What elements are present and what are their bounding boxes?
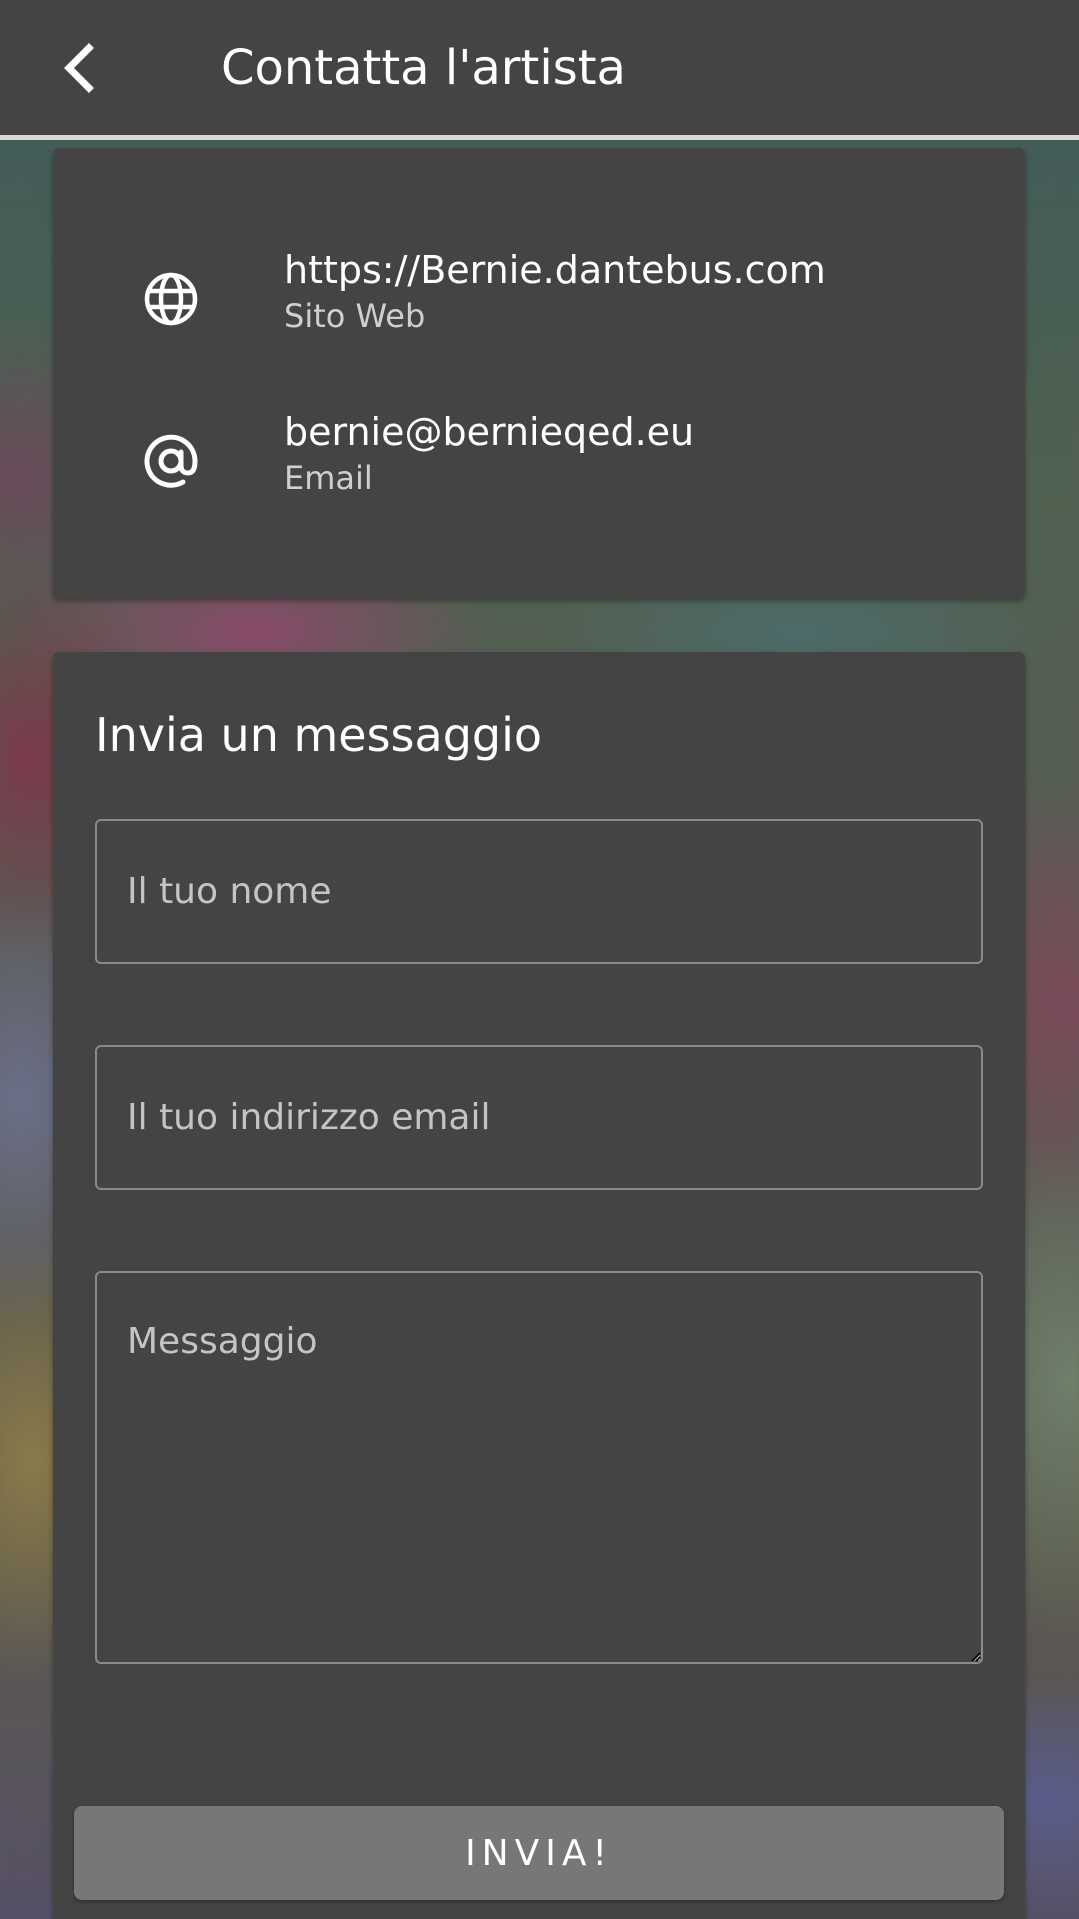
email-address[interactable]: bernie@bernieqed.eu [284,406,694,458]
app-bar: Contatta l'artista [0,0,1079,140]
back-button[interactable] [44,30,114,105]
contact-info-card: https://Bernie.dantebus.com Sito Web ber… [53,148,1025,598]
email-label: Email [284,459,373,497]
resize-grip-icon[interactable] [971,1652,981,1662]
globe-icon [138,266,204,332]
message-form-card: Invia un messaggio INVIA! [53,652,1025,1919]
submit-button[interactable]: INVIA! [74,1806,1004,1900]
chevron-left-icon [64,42,94,93]
form-title: Invia un messaggio [95,708,543,762]
website-row[interactable]: https://Bernie.dantebus.com Sito Web [53,244,1025,354]
page-title: Contatta l'artista [221,40,626,96]
email-input[interactable] [95,1045,983,1190]
website-label: Sito Web [284,297,426,335]
email-row[interactable]: bernie@bernieqed.eu Email [53,406,1025,516]
at-sign-icon [138,428,204,494]
name-input[interactable] [95,819,983,964]
website-url[interactable]: https://Bernie.dantebus.com [284,244,826,296]
message-textarea[interactable] [95,1271,983,1664]
